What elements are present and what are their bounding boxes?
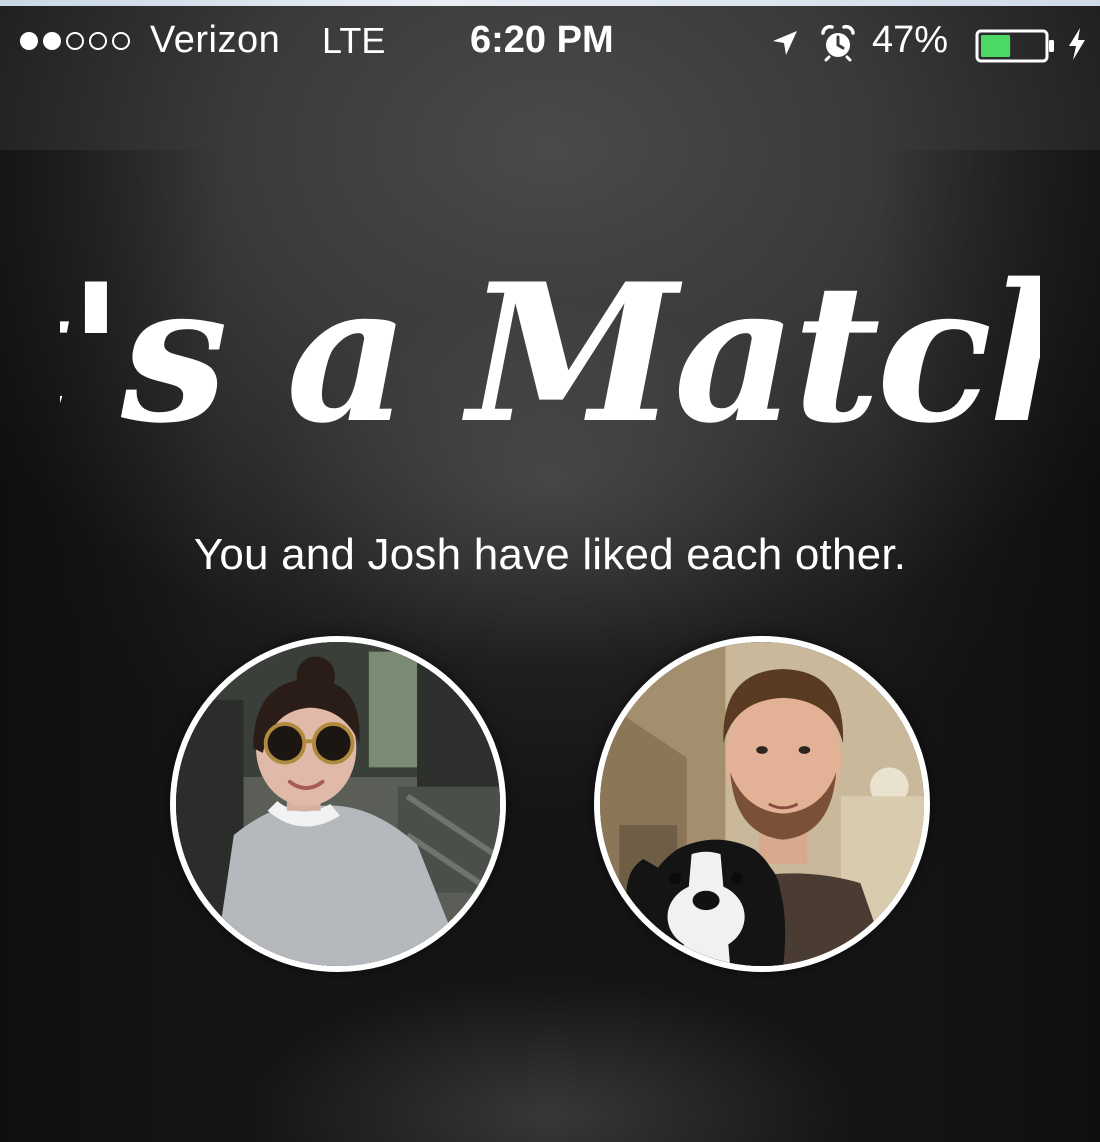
user-avatar[interactable] — [170, 636, 506, 972]
signal-dot — [89, 32, 107, 50]
background-glow — [250, 980, 850, 1142]
signal-strength-icon — [20, 32, 130, 50]
signal-dot — [43, 32, 61, 50]
carrier-name: Verizon — [150, 19, 281, 61]
battery-percent: 47% — [872, 19, 949, 61]
match-avatar[interactable] — [594, 636, 930, 972]
match-message: You and Josh have liked each other. — [193, 530, 907, 579]
signal-dot — [66, 32, 84, 50]
location-arrow-icon — [773, 31, 797, 55]
user-avatar-photo — [176, 642, 500, 966]
status-time: 6:20 PM — [470, 19, 614, 61]
signal-dot — [112, 32, 130, 50]
match-title: It's a Match! — [60, 220, 1040, 500]
charging-bolt-icon — [1069, 28, 1085, 60]
status-bar: Verizon LTE 6:20 PM 47% — [0, 6, 1100, 76]
network-type: LTE — [322, 20, 386, 61]
battery-icon — [975, 29, 1054, 63]
match-screen: Verizon LTE 6:20 PM 47% It's a Match! Yo… — [0, 0, 1100, 1142]
signal-dot — [20, 32, 38, 50]
match-avatar-photo — [600, 642, 924, 966]
match-title-lettering: It's a Match! — [60, 242, 1040, 465]
alarm-clock-icon — [821, 24, 855, 62]
match-title-text: It's a Match! — [60, 242, 1040, 465]
